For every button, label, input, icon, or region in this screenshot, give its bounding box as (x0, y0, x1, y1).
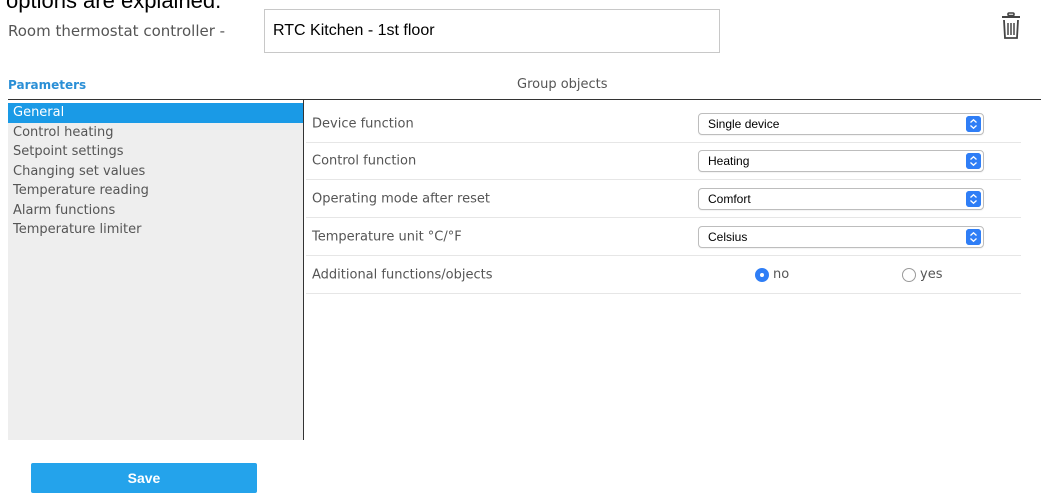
tab-parameters[interactable]: Parameters (8, 78, 86, 92)
device-function-value: Single device (708, 116, 780, 131)
trash-icon[interactable] (1000, 12, 1022, 40)
operating-mode-select[interactable]: Comfort (698, 187, 984, 210)
param-row-device-function: Device function Single device (306, 105, 1021, 143)
param-row-temperature-unit: Temperature unit °C/°F Celsius (306, 218, 1021, 256)
title-label: Room thermostat controller - (8, 22, 226, 40)
additional-functions-label: Additional functions/objects (312, 267, 493, 282)
tab-group-objects[interactable]: Group objects (517, 77, 608, 92)
radio-yes-label: yes (920, 266, 943, 282)
chevron-updown-icon (966, 115, 981, 132)
control-function-label: Control function (312, 153, 417, 168)
control-function-value: Heating (708, 153, 750, 168)
radio-selected-icon (755, 267, 769, 282)
device-function-select[interactable]: Single device (698, 112, 984, 135)
sidebar-item-temperature-limiter[interactable]: Temperature limiter (8, 220, 303, 240)
sidebar-item-control-heating[interactable]: Control heating (8, 123, 303, 143)
sidebar-nav: General Control heating Setpoint setting… (8, 103, 303, 440)
chevron-updown-icon (966, 228, 981, 245)
sidebar-item-general[interactable]: General (8, 103, 303, 123)
sidebar-item-alarm-functions[interactable]: Alarm functions (8, 201, 303, 221)
device-name-input[interactable] (264, 9, 720, 53)
param-row-operating-mode: Operating mode after reset Comfort (306, 180, 1021, 218)
temperature-unit-select[interactable]: Celsius (698, 225, 984, 248)
chevron-updown-icon (966, 190, 981, 207)
control-function-select[interactable]: Heating (698, 149, 984, 172)
operating-mode-label: Operating mode after reset (312, 191, 490, 206)
chevron-updown-icon (966, 152, 981, 169)
temperature-unit-value: Celsius (708, 229, 748, 244)
temperature-unit-label: Temperature unit °C/°F (312, 229, 462, 244)
operating-mode-value: Comfort (708, 191, 751, 206)
tab-divider (8, 99, 1041, 100)
sidebar-item-setpoint-settings[interactable]: Setpoint settings (8, 142, 303, 162)
radio-unselected-icon (902, 267, 916, 282)
sidebar-item-changing-set-values[interactable]: Changing set values (8, 162, 303, 182)
background-caption-text: options are explained. (6, 0, 222, 13)
radio-no-label: no (773, 266, 790, 282)
param-row-additional-functions: Additional functions/objects no yes (306, 256, 1021, 294)
panel-divider (303, 100, 304, 440)
sidebar-item-temperature-reading[interactable]: Temperature reading (8, 181, 303, 201)
param-row-control-function: Control function Heating (306, 142, 1021, 180)
device-function-label: Device function (312, 116, 414, 131)
